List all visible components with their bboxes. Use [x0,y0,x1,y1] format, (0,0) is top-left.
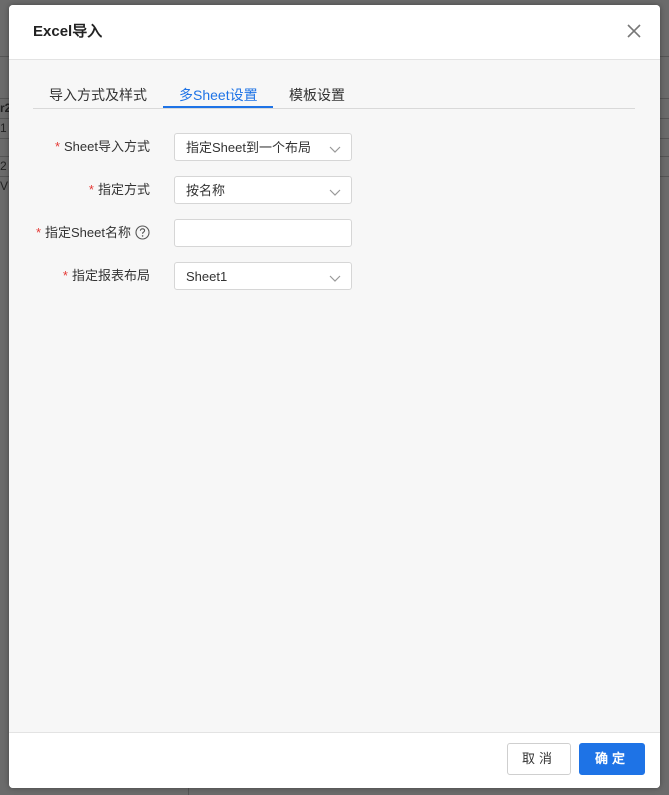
chevron-down-icon [329,271,341,289]
confirm-button[interactable]: 确定 [579,743,645,775]
required-marker: * [54,139,61,154]
required-marker: * [62,268,68,283]
specify-mode-select[interactable]: 按名称 [174,176,352,204]
required-marker: * [35,225,42,240]
report-layout-value: Sheet1 [186,269,228,284]
form-row-sheet-import-mode: * Sheet导入方式 指定Sheet到一个布局 [9,133,660,161]
close-icon [622,19,646,43]
active-tab-indicator [163,106,273,108]
tab-template-settings[interactable]: 模板设置 [289,85,345,105]
chevron-down-icon [329,185,341,203]
sheet-name-input[interactable] [174,219,352,247]
form-row-report-layout: * 指定报表布局 Sheet1 [9,262,660,290]
chevron-down-icon [329,142,341,160]
sheet-name-field[interactable] [183,221,343,245]
sheet-import-mode-select[interactable]: 指定Sheet到一个布局 [174,133,352,161]
report-layout-label-text: 指定报表布局 [71,268,150,283]
question-circle-icon[interactable] [135,225,150,245]
background-text: 2 [0,159,7,173]
background-text: V [0,179,9,193]
dialog-footer: 取消 确定 [9,732,660,788]
sheet-import-mode-label-text: Sheet导入方式 [64,139,150,154]
background-divider [188,788,189,795]
report-layout-label: * 指定报表布局 [63,267,150,285]
sheet-name-label: * 指定Sheet名称 [36,224,150,245]
tab-bar: 导入方式及样式 多Sheet设置 模板设置 [33,75,635,109]
required-marker: * [88,182,94,197]
tab-import-mode-style[interactable]: 导入方式及样式 [49,85,147,105]
dialog-title: Excel导入 [33,23,103,40]
cancel-button[interactable]: 取消 [507,743,571,775]
tab-multi-sheet-settings[interactable]: 多Sheet设置 [179,85,258,105]
specify-mode-label-text: 指定方式 [97,182,150,197]
background-text: 1 [0,121,7,135]
close-button[interactable] [622,19,646,43]
dialog-header: Excel导入 [9,5,660,60]
excel-import-dialog: Excel导入 导入方式及样式 多Sheet设置 模板设置 * Sheet导入方式… [9,5,660,788]
sheet-name-label-text: 指定Sheet名称 [45,225,131,240]
specify-mode-value: 按名称 [186,183,226,198]
sheet-import-mode-label: * Sheet导入方式 [55,138,150,156]
report-layout-select[interactable]: Sheet1 [174,262,352,290]
form-row-specify-mode: * 指定方式 按名称 [9,176,660,204]
form-row-sheet-name: * 指定Sheet名称 [9,219,660,247]
sheet-import-mode-value: 指定Sheet到一个布局 [186,140,311,155]
specify-mode-label: * 指定方式 [89,181,150,199]
